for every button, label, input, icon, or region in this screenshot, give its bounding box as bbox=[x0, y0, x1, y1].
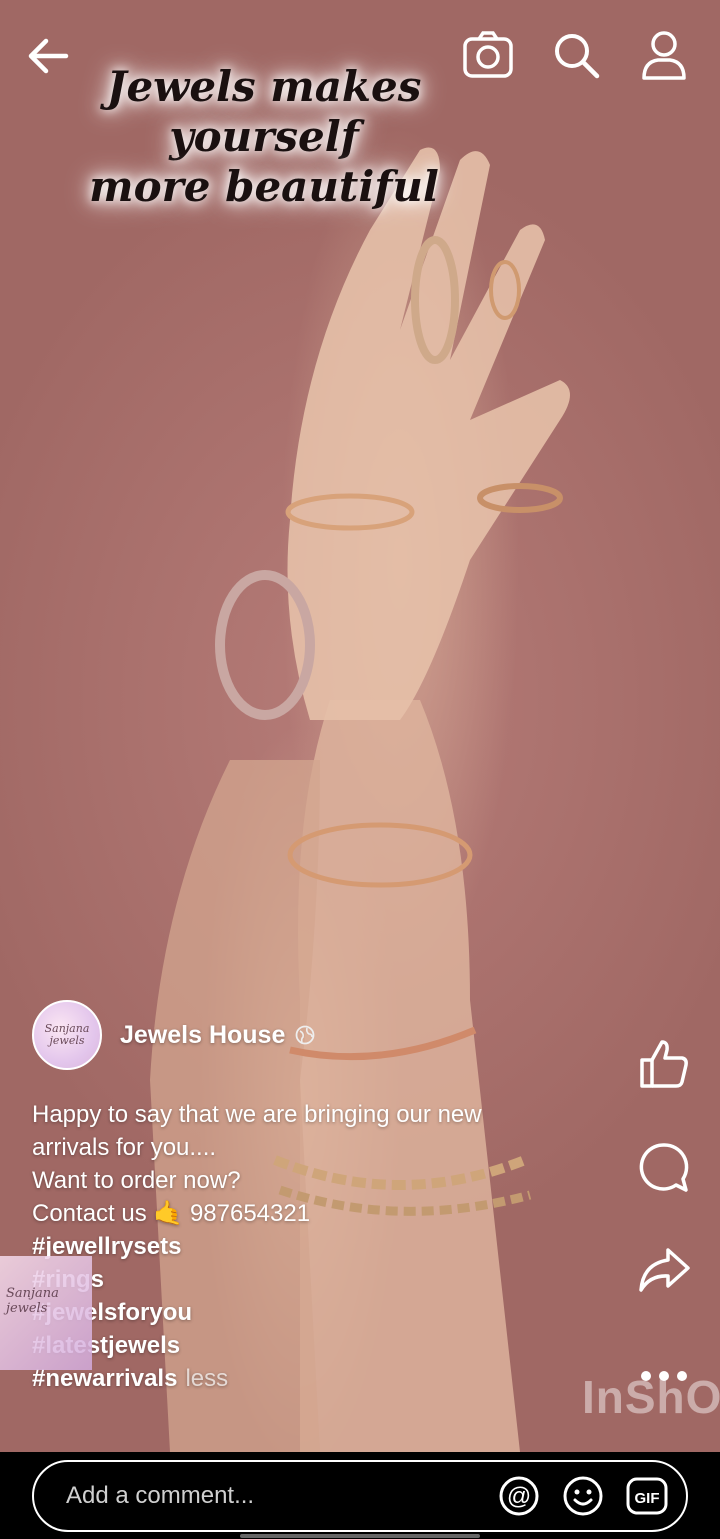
comment-box[interactable]: @ GIF bbox=[32, 1460, 688, 1532]
globe-icon bbox=[295, 1025, 315, 1045]
caption-line: Want to order now? bbox=[32, 1167, 241, 1194]
hashtag-row-last: #newarrivals less bbox=[32, 1362, 592, 1395]
comment-input[interactable] bbox=[66, 1482, 476, 1510]
post-author[interactable]: Sanjana jewels Jewels House bbox=[32, 1000, 315, 1070]
comment-icon[interactable] bbox=[636, 1140, 692, 1196]
hashtag-link[interactable]: #rings bbox=[32, 1263, 592, 1296]
back-arrow-icon[interactable] bbox=[22, 30, 74, 82]
title-line-2: more beautiful bbox=[89, 162, 439, 211]
mention-icon[interactable]: @ bbox=[498, 1475, 540, 1517]
inshot-watermark: InShO bbox=[582, 1371, 720, 1423]
emoji-icon[interactable] bbox=[562, 1475, 604, 1517]
gif-icon[interactable]: GIF bbox=[626, 1475, 668, 1517]
author-name[interactable]: Jewels House bbox=[120, 1021, 285, 1050]
home-indicator bbox=[240, 1534, 480, 1538]
hashtag-link[interactable]: #jewelsforyou bbox=[32, 1296, 592, 1329]
hashtag-link[interactable]: #latestjewels bbox=[32, 1329, 592, 1362]
caption-line: Happy to say that we are bringing our ne… bbox=[32, 1101, 482, 1128]
search-icon[interactable] bbox=[550, 30, 602, 82]
gif-label: GIF bbox=[635, 1490, 660, 1507]
less-button[interactable]: less bbox=[185, 1365, 228, 1392]
avatar[interactable]: Sanjana jewels bbox=[32, 1000, 102, 1070]
video-title-overlay: Jewels makes yourself more beautiful bbox=[14, 62, 514, 212]
post-caption: Happy to say that we are bringing our ne… bbox=[32, 1098, 592, 1395]
camera-icon[interactable] bbox=[462, 30, 514, 82]
mention-symbol: @ bbox=[507, 1483, 531, 1510]
like-icon[interactable] bbox=[636, 1036, 692, 1092]
comment-bar: @ GIF bbox=[0, 1452, 720, 1539]
caption-line: arrivals for you.... bbox=[32, 1134, 217, 1161]
title-line-1: Jewels makes yourself bbox=[106, 62, 422, 161]
share-icon[interactable] bbox=[636, 1242, 692, 1298]
caption-line: Contact us 🤙 987654321 bbox=[32, 1200, 311, 1227]
video-background[interactable]: Jewels makes yourself more beautiful San… bbox=[0, 0, 720, 1452]
profile-icon[interactable] bbox=[638, 30, 690, 82]
hashtag-link[interactable]: #jewellrysets bbox=[32, 1230, 592, 1263]
brand-sticker: Sanjana jewels bbox=[0, 1256, 92, 1370]
